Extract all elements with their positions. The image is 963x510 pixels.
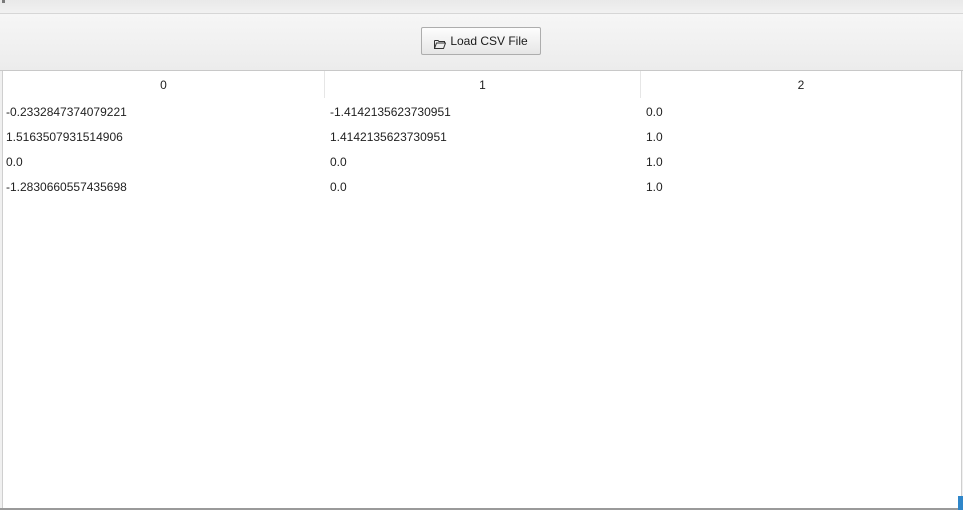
table-cell[interactable]: 0.0	[3, 149, 325, 174]
app-window: Load CSV File 0 1 2 -0.2332847374079221 …	[0, 0, 963, 510]
table-cell[interactable]: 1.4142135623730951	[325, 124, 641, 149]
table-row[interactable]: 1.5163507931514906 1.4142135623730951 1.…	[3, 124, 961, 149]
title-bar	[0, 0, 963, 14]
table-row[interactable]: -1.2830660557435698 0.0 1.0	[3, 174, 961, 199]
table-row[interactable]: -0.2332847374079221 -1.4142135623730951 …	[3, 99, 961, 124]
toolbar: Load CSV File	[0, 14, 963, 71]
table-cell[interactable]: -0.2332847374079221	[3, 99, 325, 124]
folder-open-icon	[434, 38, 447, 49]
column-header-2[interactable]: 2	[641, 71, 961, 98]
table-cell[interactable]: 0.0	[325, 149, 641, 174]
load-csv-button-label: Load CSV File	[450, 34, 528, 48]
table-cell[interactable]: 0.0	[325, 174, 641, 199]
column-header-1[interactable]: 1	[325, 71, 641, 98]
table-cell[interactable]: 1.5163507931514906	[3, 124, 325, 149]
table-header: 0 1 2	[3, 71, 961, 98]
table-body: -0.2332847374079221 -1.4142135623730951 …	[3, 99, 961, 199]
table-cell[interactable]: 0.0	[641, 99, 961, 124]
table-cell[interactable]: -1.2830660557435698	[3, 174, 325, 199]
table-cell[interactable]: -1.4142135623730951	[325, 99, 641, 124]
window-icon	[2, 0, 5, 3]
column-header-0[interactable]: 0	[3, 71, 325, 98]
data-table[interactable]: 0 1 2 -0.2332847374079221 -1.41421356237…	[2, 71, 962, 510]
table-cell[interactable]: 1.0	[641, 149, 961, 174]
load-csv-button[interactable]: Load CSV File	[421, 27, 541, 55]
table-row[interactable]: 0.0 0.0 1.0	[3, 149, 961, 174]
table-cell[interactable]: 1.0	[641, 174, 961, 199]
table-cell[interactable]: 1.0	[641, 124, 961, 149]
taskbar-edge	[958, 496, 963, 510]
